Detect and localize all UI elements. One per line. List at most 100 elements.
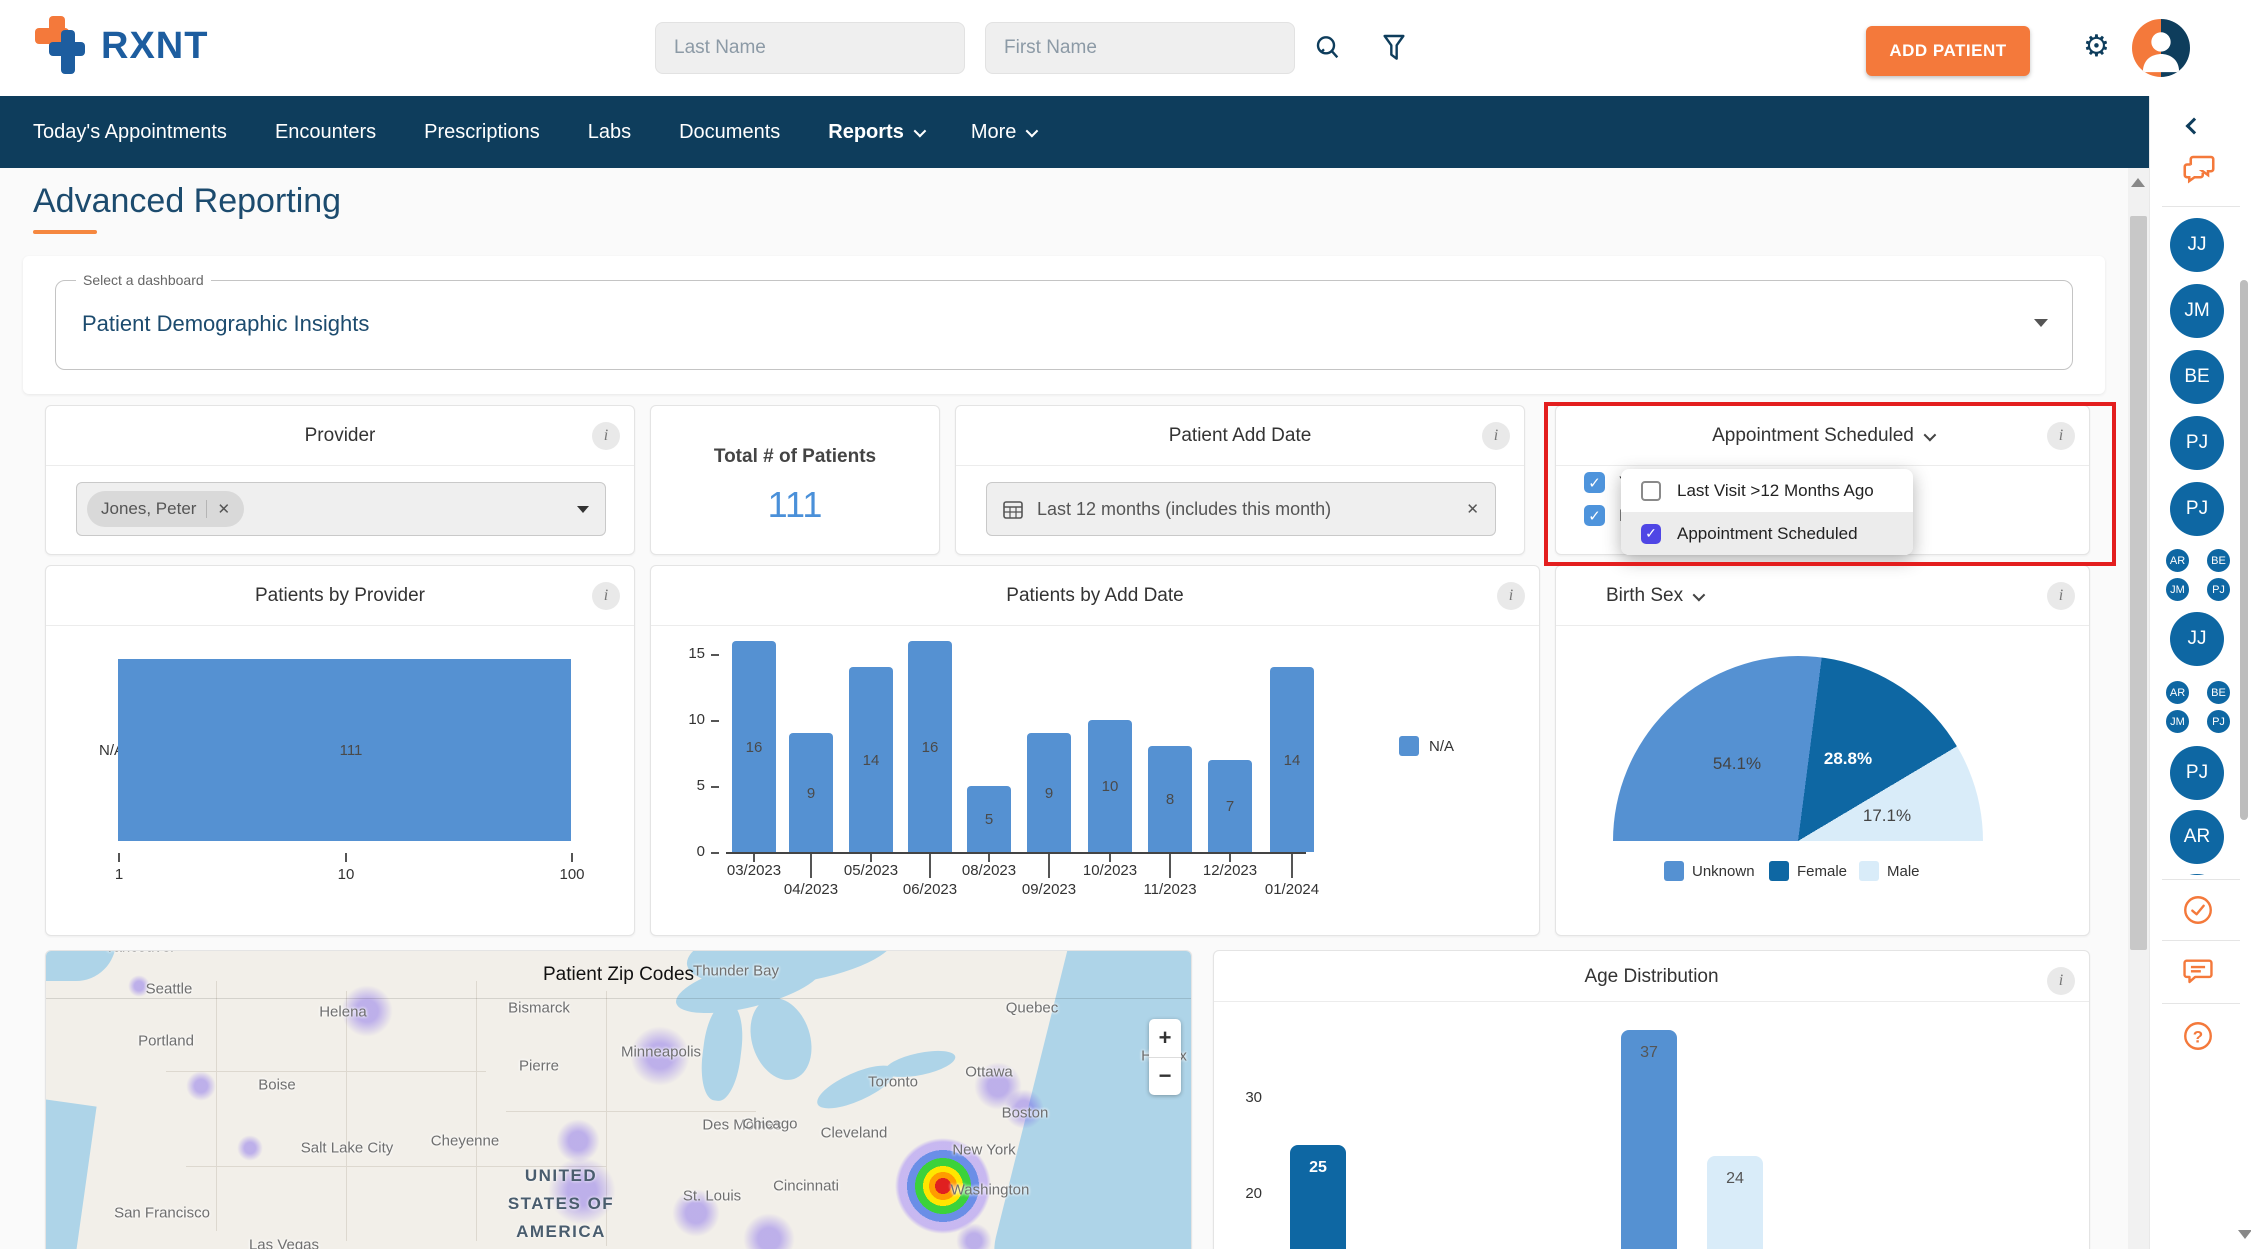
nav-item-label: Encounters — [275, 121, 376, 144]
patient-avatar-pj[interactable]: PJ — [2205, 708, 2232, 735]
rxnt-logo[interactable]: RXNT — [33, 16, 208, 76]
legend-label: Female — [1797, 863, 1847, 880]
sidebar-collapse-chevron-icon[interactable] — [2186, 118, 2203, 135]
patient-avatar-jj[interactable]: JJ — [2170, 612, 2224, 666]
birth-sex-pie[interactable] — [1613, 656, 1983, 841]
x-category-label: 09/2023 — [1016, 881, 1082, 898]
info-icon[interactable]: i — [1497, 582, 1525, 610]
first-name-input[interactable] — [985, 22, 1295, 74]
info-icon[interactable]: i — [592, 582, 620, 610]
settings-gear-icon[interactable]: ⚙ — [2083, 28, 2110, 66]
nav-item-labs[interactable]: Labs — [588, 121, 631, 144]
chat-bubbles-icon[interactable] — [2181, 151, 2213, 183]
main-scrollbar[interactable] — [2128, 168, 2149, 1249]
info-icon[interactable]: i — [2047, 422, 2075, 450]
legend-label: Unknown — [1692, 863, 1755, 880]
patient-avatar-pj[interactable]: PJ — [2170, 482, 2224, 536]
patient-avatar-pj[interactable]: PJ — [2170, 416, 2224, 470]
pie-slice-label-female: 28.8% — [1824, 749, 1872, 769]
y-tick-label: 15 — [671, 645, 705, 662]
checkbox-checked-icon[interactable]: ✓ — [1584, 472, 1605, 493]
info-icon[interactable]: i — [592, 422, 620, 450]
nav-item-documents[interactable]: Documents — [679, 121, 780, 144]
patient-avatar-ar[interactable]: AR — [2170, 810, 2224, 864]
map-city-las-vegas: Las Vegas — [249, 1237, 319, 1249]
info-icon[interactable]: i — [1482, 422, 1510, 450]
patient-avatar-be[interactable]: BE — [2170, 350, 2224, 404]
age-distribution-card: Age Distribution i 3020253724 — [1213, 950, 2090, 1249]
x-category-label: 08/2023 — [956, 862, 1022, 879]
birth-sex-title[interactable]: Birth Sex — [1556, 566, 2089, 626]
map-city-quebec: Quebec — [1006, 1000, 1059, 1017]
total-patients-value: 111 — [651, 484, 939, 526]
add-date-input[interactable]: Last 12 months (includes this month) ✕ — [986, 482, 1496, 536]
map-zoom-control: + − — [1149, 1019, 1181, 1095]
map-heat-blob — [237, 1135, 263, 1161]
last-name-input[interactable] — [655, 22, 965, 74]
nav-item-today-s-appointments[interactable]: Today's Appointments — [33, 121, 227, 144]
clear-date-icon[interactable]: ✕ — [1466, 500, 1479, 518]
legend-swatch-male — [1859, 861, 1879, 881]
x-tick-label: 1 — [104, 866, 134, 883]
birth-sex-title-text: Birth Sex — [1606, 585, 1683, 607]
patient-avatar-jm[interactable]: JM — [2164, 576, 2191, 603]
patient-avatar-jj[interactable]: JJ — [2170, 218, 2224, 272]
patient-avatar-pj[interactable]: PJ — [2205, 576, 2232, 603]
x-tick — [753, 854, 755, 862]
patient-avatar-be[interactable]: BE — [2205, 679, 2232, 706]
question-circle-icon[interactable]: ? — [2181, 1019, 2213, 1051]
dropdown-item-last-visit-12-months-ago[interactable]: Last Visit >12 Months Ago — [1621, 469, 1913, 512]
total-patients-card: Total # of Patients 111 — [650, 405, 940, 555]
svg-text:?: ? — [2193, 1027, 2203, 1046]
x-tick — [988, 854, 990, 862]
x-tick — [929, 854, 931, 878]
add-date-card: Patient Add Date i Last 12 months (inclu… — [955, 405, 1525, 555]
sidebar-scrollbar-thumb[interactable] — [2240, 280, 2248, 820]
dashboard-select[interactable]: Select a dashboard Patient Demographic I… — [55, 280, 2073, 370]
info-icon[interactable]: i — [2047, 582, 2075, 610]
patient-avatar-pj[interactable]: PJ — [2170, 746, 2224, 800]
map-city-portland: Portland — [138, 1033, 194, 1050]
legend-label: Male — [1887, 863, 1920, 880]
scrollbar-thumb[interactable] — [2130, 216, 2147, 950]
zoom-out-button[interactable]: − — [1149, 1058, 1181, 1096]
x-category-label: 12/2023 — [1197, 862, 1263, 879]
nav-item-encounters[interactable]: Encounters — [275, 121, 376, 144]
checkbox-checked-icon[interactable]: ✓ — [1641, 524, 1661, 544]
rxnt-logo-icon — [33, 16, 91, 76]
info-icon[interactable]: i — [2047, 967, 2075, 995]
checkbox-unchecked-icon[interactable] — [1641, 481, 1661, 501]
patient-avatar-jm[interactable]: JM — [2170, 284, 2224, 338]
patient-avatar-ar[interactable]: AR — [2164, 679, 2191, 706]
patient-avatar-ar[interactable]: AR — [2164, 547, 2191, 574]
x-tick — [870, 854, 872, 862]
appointment-card-title[interactable]: Appointment Scheduled — [1556, 406, 2089, 466]
y-tick-label: 10 — [671, 711, 705, 728]
add-patient-button[interactable]: ADD PATIENT — [1866, 26, 2030, 76]
bar-value-label: 7 — [1226, 798, 1234, 815]
message-square-icon[interactable] — [2181, 955, 2213, 987]
nav-item-more[interactable]: More — [971, 121, 1036, 144]
zoom-in-button[interactable]: + — [1149, 1019, 1181, 1058]
chip-remove-icon[interactable]: ✕ — [206, 500, 230, 518]
checkbox-checked-icon[interactable]: ✓ — [1584, 505, 1605, 526]
search-icon[interactable] — [1312, 32, 1344, 64]
patient-avatar-be[interactable]: BE — [2205, 547, 2232, 574]
provider-select[interactable]: Jones, Peter ✕ — [76, 482, 606, 536]
filter-funnel-icon[interactable] — [1378, 32, 1410, 64]
dropdown-item-appointment-scheduled[interactable]: ✓Appointment Scheduled — [1621, 512, 1913, 555]
divider — [2162, 206, 2240, 207]
provider-bar-value: 111 — [340, 742, 363, 759]
appointment-dropdown-menu: Last Visit >12 Months Ago✓Appointment Sc… — [1621, 469, 1913, 555]
age-bar-1[interactable] — [1621, 1030, 1677, 1249]
scroll-down-arrow-icon[interactable] — [2238, 1230, 2251, 1239]
map-city-san-francisco: San Francisco — [114, 1205, 210, 1222]
patient-avatar-jm[interactable]: JM — [2164, 708, 2191, 735]
nav-item-reports[interactable]: Reports — [828, 121, 923, 144]
provider-chip: Jones, Peter ✕ — [87, 491, 244, 527]
scroll-up-arrow-icon[interactable] — [2131, 178, 2145, 187]
user-avatar[interactable] — [2132, 19, 2190, 77]
nav-item-prescriptions[interactable]: Prescriptions — [424, 121, 540, 144]
provider-chip-label: Jones, Peter — [101, 499, 196, 519]
check-circle-icon[interactable] — [2181, 893, 2213, 925]
